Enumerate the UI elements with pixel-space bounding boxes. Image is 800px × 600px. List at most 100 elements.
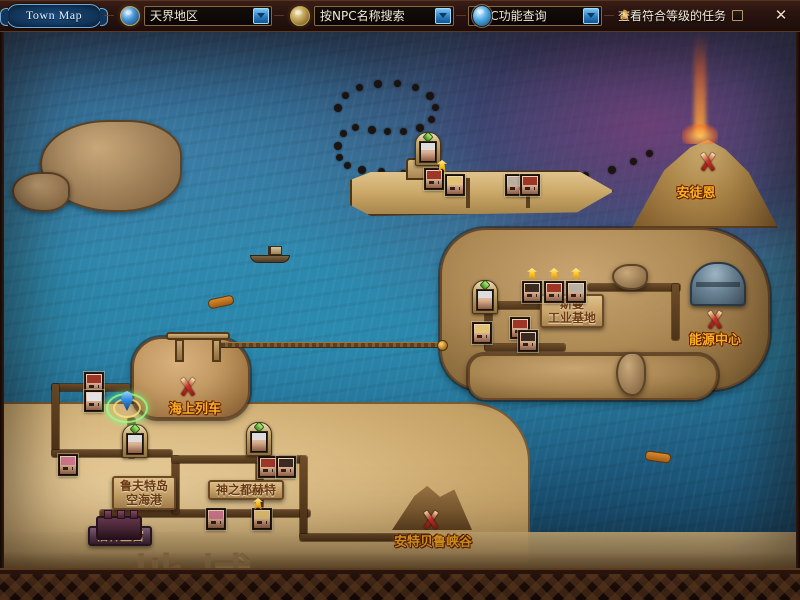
sea-route-dot [336,154,343,161]
level-quest-filter-group[interactable]: 查看符合等级的任务 [616,0,744,32]
toolbar-divider-3 [456,15,466,16]
npc-portrait-ship-captain[interactable] [415,131,441,166]
energy-center-dome[interactable] [690,262,746,306]
frame-left [0,32,4,568]
location-label-luft-line1: 鲁夫特岛 [120,479,169,493]
sea-route-dot [412,84,419,91]
npc-name-search-group: 按NPC名称搜索 [286,0,454,32]
noble-ship[interactable] [350,158,614,222]
sea-route-dot [368,126,376,134]
player-position-marker [106,387,148,429]
npc-portrait-central-main[interactable] [472,279,498,314]
bridge [218,342,444,348]
npc-icon [472,4,492,27]
rock-island-west [12,172,70,212]
sea-route-dot [416,124,424,132]
close-icon[interactable]: ✕ [772,7,790,25]
road-west-2 [52,384,59,456]
temple-gate[interactable] [166,332,230,362]
volcano-cone [632,139,778,228]
rock-central-1 [612,264,648,290]
frame-right [796,32,800,568]
npc-portrait-west-3[interactable] [58,454,78,476]
badge-wing-right [100,7,108,26]
ship-deck [350,170,614,216]
chevron-down-icon-3[interactable] [583,7,599,24]
dungeon-marker-energy-center[interactable] [704,310,726,330]
globe-icon [120,5,140,26]
raft-2 [644,450,672,464]
region-select-group: 天界地区 [116,0,272,32]
npc-portrait-central-6[interactable] [518,330,538,352]
npc-portrait-central-2[interactable] [544,281,564,303]
chevron-down-icon[interactable] [253,7,269,24]
sea-route-dot [356,84,363,91]
chevron-down-icon-2[interactable] [435,7,451,24]
region-select[interactable]: 天界地区 [144,5,272,26]
location-label-energy-center[interactable]: 能源中心 [660,329,770,348]
location-plaque-luft[interactable]: 鲁夫特岛 空海港 [112,476,177,510]
npc-portrait-ship-4[interactable] [520,174,540,196]
region-select-value: 天界地区 [150,8,199,23]
sea-route-dot [428,116,435,123]
npc-portrait-luft[interactable] [122,423,148,458]
window-bottom-frame [0,568,800,600]
npc-portrait-ship-1[interactable] [424,168,444,190]
npc-portrait-central-4[interactable] [472,322,492,344]
npc-portrait-city-4[interactable] [252,508,272,530]
npc-portrait-city-of-god[interactable] [246,421,272,456]
toolbar-divider-4 [604,15,614,16]
toolbar-divider-2 [274,15,284,16]
sea-route-dot [374,80,382,88]
npc-portrait-west-2[interactable] [84,390,104,412]
npc-name-search-input[interactable]: 按NPC名称搜索 [314,5,454,26]
sand-edge [0,552,800,568]
location-label-city-of-god: 神之都赫特 [216,483,277,497]
small-boat [250,246,290,263]
npc-portrait-city-2[interactable] [276,456,296,478]
location-label-luft-line2: 空海港 [126,493,163,507]
location-label-anton[interactable]: 安徒恩 [650,182,742,201]
badge-wing-left [0,7,8,26]
town-map-window: Town Map 天界地区 按NPC名称搜索 NPC功能查询 查看符合等级的任务… [0,0,800,600]
frame-pattern [0,574,800,600]
location-plaque-city-of-god[interactable]: 神之都赫特 [208,480,285,500]
sea-route-dot [334,104,342,112]
level-quest-filter-checkbox[interactable] [732,10,744,21]
npc-portrait-central-3[interactable] [566,281,586,303]
ship-divider-1 [466,178,470,208]
npc-portrait-central-1[interactable] [522,281,542,303]
raft [207,294,235,310]
palace-building[interactable] [96,510,142,540]
location-label-antebelu[interactable]: 安特贝鲁峡谷 [372,531,494,550]
window-title: Town Map [25,8,83,22]
rock-central-2 [616,352,646,396]
volcano-plume [694,32,706,136]
sea-route-dot [426,92,434,100]
book-icon [290,5,310,26]
location-label-sea-train[interactable]: 海上列车 [142,398,248,417]
npc-name-search-value: 按NPC名称搜索 [320,8,405,23]
bridge-waypoint[interactable] [437,340,448,351]
window-title-badge: Town Map [0,3,108,28]
npc-portrait-city-3[interactable] [206,508,226,530]
volcano-crater-glow [682,124,718,144]
sea-route-dot [432,104,439,111]
dungeon-marker-anton[interactable] [697,152,719,172]
sea-route-dot [340,130,347,137]
sea-route-dot [394,80,401,87]
npc-function-search-group: NPC功能查询 [468,0,602,32]
npc-portrait-ship-2[interactable] [445,174,465,196]
road-south-5 [300,456,307,538]
location-label-swen-line2: 工业基地 [548,311,597,325]
sea-route-dot [342,92,349,99]
sea-route-dot [352,124,359,131]
sea-route-dot [334,142,342,150]
central-continent-south [468,354,718,400]
sea-route-dot [384,128,391,135]
toolbar-divider [104,15,114,16]
npc-portrait-city-1[interactable] [258,456,278,478]
dungeon-marker-sea-train[interactable] [177,377,199,397]
map-canvas[interactable]: 地域 安徒恩 至尊贵族号 [0,32,800,568]
dungeon-marker-antebelu[interactable] [420,510,442,530]
